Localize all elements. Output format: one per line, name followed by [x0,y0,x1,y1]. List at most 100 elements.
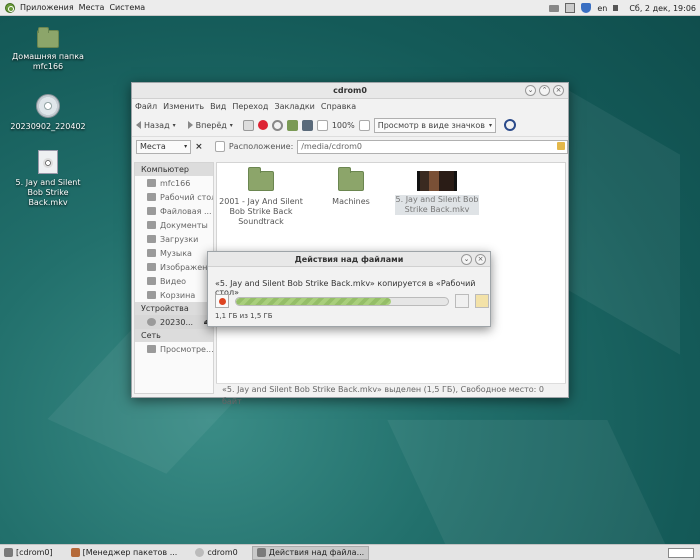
resume-button[interactable] [475,294,489,308]
sidebar-item-pictures[interactable]: Изображен... [135,260,213,274]
video-file-icon [38,150,58,174]
edit-location-icon[interactable] [214,141,225,152]
sidebar-item-disc[interactable]: 20230...⏏ [135,315,213,329]
removable-drive-icon[interactable] [549,4,560,12]
update-shield-icon[interactable] [581,3,592,13]
zoom-out-icon[interactable] [316,119,328,131]
folder-icon [147,221,156,229]
network-icon [147,345,156,353]
taskbar: [cdrom0] [Менеджер пакетов ... cdrom0 Де… [0,544,700,560]
sidebar-item-label: Музыка [160,248,192,258]
menu-edit[interactable]: Изменить [163,102,204,111]
computer-icon[interactable] [301,119,313,131]
speaker-icon[interactable] [613,5,623,11]
chevron-down-icon: ▾ [184,143,188,150]
reload-icon[interactable] [271,119,283,131]
sidebar-item-trash[interactable]: Корзина [135,288,213,302]
chevron-down-icon[interactable]: ▾ [230,122,233,129]
location-input[interactable]: /media/cdrom0 [297,139,568,154]
zoom-in-icon[interactable] [358,119,370,131]
close-button[interactable]: × [553,85,564,96]
menu-system[interactable]: Система [109,3,145,12]
places-select[interactable]: Места ▾ [136,139,192,154]
file-item-label: 5. Jay and Silent Bob Strike Back.mkv [395,195,479,215]
sidebar-item-label: Изображен... [160,262,214,272]
top-panel: Приложения Места Система en Сб, 2 дек, 1… [0,0,700,16]
file-item[interactable]: Machines [309,167,393,207]
sidebar-item-downloads[interactable]: Загрузки [135,232,213,246]
sidebar-item-filesystem[interactable]: Файловая ... [135,204,213,218]
sidebar-item-label: Файловая ... [160,206,212,216]
sidebar-header-network: Сеть [135,329,213,342]
forward-label: Вперёд [195,120,227,130]
sidebar-item-desktop[interactable]: Рабочий стол [135,190,213,204]
keyboard-layout[interactable]: en [597,4,607,13]
menu-bookmarks[interactable]: Закладки [274,102,314,111]
toolbar: Назад ▾ Вперёд ▾ 100% Просмотр в виде зн… [132,114,568,136]
sidebar-item-label: 20230... [160,317,194,327]
folder-icon [147,277,156,285]
file-item-selected[interactable]: 5. Jay and Silent Bob Strike Back.mkv [395,171,479,215]
sidebar-item-label: Загрузки [160,234,199,244]
optical-disc-icon [36,94,60,118]
desktop-icon-home[interactable]: Домашняя папка mfc166 [8,27,88,72]
clear-icon[interactable] [557,141,565,150]
folder-icon [248,167,274,191]
chevron-down-icon[interactable]: ▾ [173,122,176,129]
sidebar-item-label: mfc166 [160,178,191,188]
arrow-left-icon [136,121,141,129]
task-label: cdrom0 [207,548,238,557]
menu-file[interactable]: Файл [135,102,157,111]
menu-places[interactable]: Места [79,3,105,12]
search-icon[interactable] [504,119,517,131]
sidebar-header-devices: Устройства [135,302,213,315]
menu-go[interactable]: Переход [232,102,268,111]
sidebar-item-label: Корзина [160,290,196,300]
sidebar-item-browse-network[interactable]: Просмотре... [135,342,213,356]
clock[interactable]: Сб, 2 дек, 19:06 [629,4,696,13]
sidebar-item-music[interactable]: Музыка [135,246,213,260]
close-button[interactable]: × [475,254,486,265]
maximize-button[interactable]: ⌃ [539,85,550,96]
location-label: Расположение: [228,142,294,151]
file-item[interactable]: 2001 - Jay And Silent Bob Strike Back So… [219,167,303,227]
minimize-button[interactable]: ⌄ [525,85,536,96]
file-operations-icon [256,548,266,557]
desktop-icon-video[interactable]: 5. Jay and Silent Bob Strike Back.mkv [8,150,88,208]
sidebar-item-label: Просмотре... [160,344,214,354]
forward-button[interactable]: Вперёд ▾ [187,120,233,130]
menu-view[interactable]: Вид [210,102,226,111]
task-cdrom0[interactable]: cdrom0 [191,546,241,560]
desktop-icon-disc[interactable]: 20230902_220402 [8,94,88,132]
task-package-manager[interactable]: [Менеджер пакетов ... [67,546,182,560]
window-titlebar[interactable]: cdrom0 ⌄ ⌃ × [132,83,568,99]
home-icon[interactable] [286,119,298,131]
view-mode-select[interactable]: Просмотр в виде значков ▾ [373,117,497,133]
pause-button[interactable] [455,294,469,308]
progress-row [215,294,489,308]
menu-help[interactable]: Справка [321,102,356,111]
stop-icon[interactable] [257,120,268,130]
dialog-titlebar[interactable]: Действия над файлами ⌄ × [208,252,490,267]
network-icon[interactable] [565,3,576,13]
close-sidebar-icon[interactable]: × [195,142,203,152]
sidebar-item-documents[interactable]: Документы [135,218,213,232]
menu-applications[interactable]: Приложения [20,3,74,12]
workspace-switcher[interactable] [668,547,694,558]
minimize-button[interactable]: ⌄ [461,254,472,265]
cancel-copy-button[interactable] [215,294,229,308]
mint-logo-icon[interactable] [5,2,15,13]
sidebar-item-home[interactable]: mfc166 [135,176,213,190]
folder-icon [147,179,156,187]
up-icon[interactable] [242,119,254,131]
copy-progress-bar [235,296,449,306]
folder-icon [147,249,156,257]
back-button[interactable]: Назад ▾ [136,121,176,130]
copy-progress-fill [236,297,391,305]
desktop-icon-label: 20230902_220402 [10,122,86,131]
task-cdrom0-minimized[interactable]: [cdrom0] [0,546,57,560]
task-file-operations[interactable]: Действия над файла... [251,545,370,560]
optical-disc-icon [195,548,205,557]
file-operations-dialog: Действия над файлами ⌄ × «5. Jay and Sil… [207,251,491,327]
sidebar-item-videos[interactable]: Видео [135,274,213,288]
